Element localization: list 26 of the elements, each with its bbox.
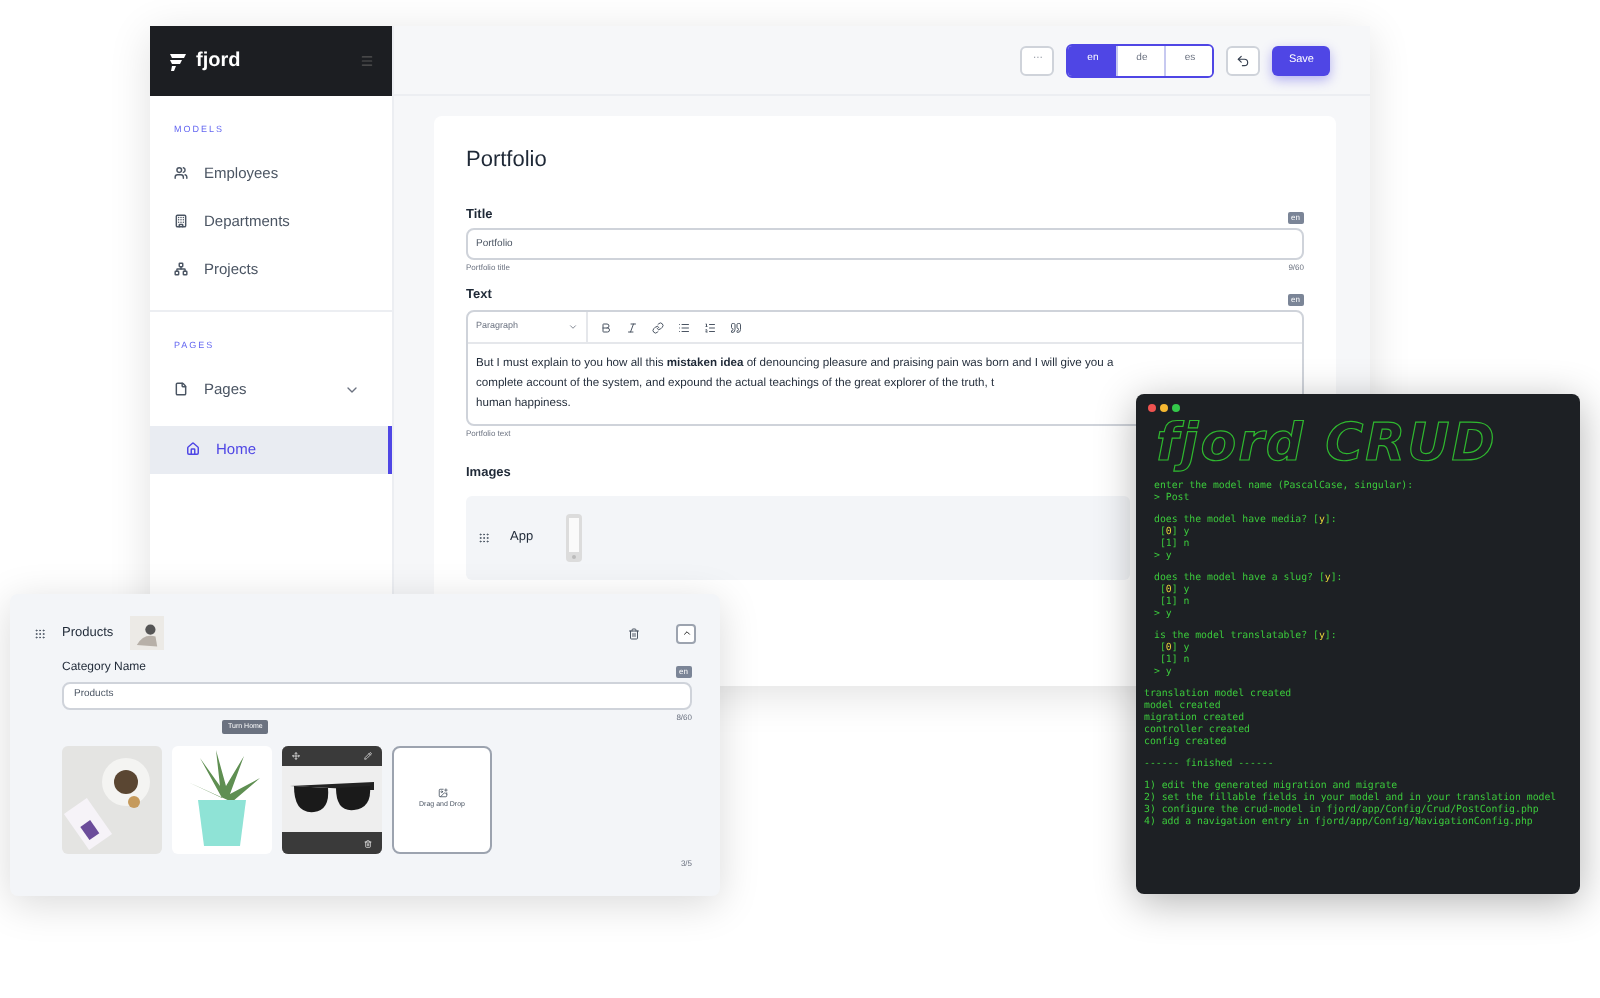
- logo-icon: [168, 51, 188, 71]
- quote-icon[interactable]: [730, 321, 742, 333]
- network-icon: [174, 262, 188, 277]
- chevron-icon: [568, 322, 578, 332]
- building-icon: [174, 214, 188, 229]
- undo-button[interactable]: [1226, 45, 1261, 75]
- image-tile[interactable]: [282, 746, 382, 854]
- image-tile[interactable]: [62, 746, 162, 854]
- italic-icon[interactable]: [626, 321, 638, 333]
- bullet-list-icon[interactable]: [678, 321, 690, 333]
- chevron-up-icon: [681, 628, 691, 638]
- numbered-list-icon[interactable]: [704, 321, 716, 333]
- move-icon[interactable]: [292, 752, 300, 760]
- image-icon: [437, 788, 447, 799]
- link-icon[interactable]: [652, 321, 664, 333]
- bold-icon[interactable]: [600, 321, 612, 333]
- home-icon: [186, 442, 200, 456]
- page-heading: Portfolio: [466, 146, 549, 176]
- logo-text: fjord: [196, 48, 243, 76]
- delete-icon[interactable]: [628, 627, 640, 639]
- ascii-logo: fjord CRUD: [1156, 414, 1499, 474]
- image-tile[interactable]: [172, 746, 272, 854]
- file-icon: [174, 382, 188, 396]
- users-icon: [174, 166, 188, 181]
- edit-icon[interactable]: [364, 752, 372, 760]
- undo-icon: [1236, 53, 1251, 67]
